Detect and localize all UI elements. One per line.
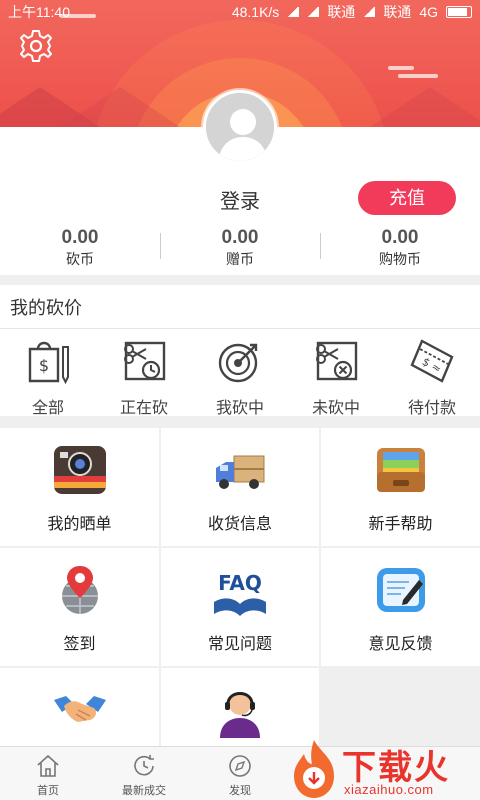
ticket-icon: $ ≈ (410, 339, 454, 383)
bargain-lost[interactable]: 未砍中 (288, 329, 384, 417)
home-icon (37, 754, 59, 777)
coupon-clock-icon (124, 341, 166, 381)
bargain-pending-payment[interactable]: $ ≈ 待付款 (384, 329, 480, 417)
grid-item-label: 常见问题 (207, 636, 272, 653)
watermark-logo: 下载火 xiazaihuo.com (286, 736, 480, 800)
status-bar: 上午11:40 48.1K/s 联通 联通 4G (0, 0, 480, 24)
camera-icon (53, 446, 106, 494)
recharge-button[interactable]: 充值 (358, 181, 456, 215)
coupon-cross-icon (316, 341, 358, 381)
tab-latest-deals[interactable]: 最新成交 (96, 747, 192, 800)
feature-grid: 我的晒单 收货信息 新手帮助 签到 FAQ 常见问题 意见反馈 (0, 428, 480, 746)
delivery-truck-icon (216, 455, 265, 489)
grid-item-faq[interactable]: FAQ 常见问题 (161, 548, 319, 666)
handshake-icon (53, 696, 106, 722)
bargain-won[interactable]: 我砍中 (192, 329, 288, 417)
grid-item-label: 签到 (63, 636, 96, 653)
grid-item-my-shares[interactable]: 我的晒单 (0, 428, 159, 546)
tab-label: 最新成交 (122, 785, 166, 797)
svg-text:FAQ: FAQ (218, 571, 262, 595)
svg-text:$ ≈: $ ≈ (420, 355, 444, 376)
status-network: 4G (419, 4, 438, 20)
grid-item-label: 意见反馈 (368, 636, 433, 653)
grid-item-beginner-help[interactable]: 新手帮助 (321, 428, 480, 546)
stat-label: 赠币 (226, 251, 254, 267)
stat-value: 0.00 (61, 227, 99, 248)
target-icon (218, 343, 258, 383)
cloud-decoration (388, 66, 414, 70)
grid-item-label: 新手帮助 (368, 516, 433, 533)
signal-icon (307, 7, 320, 17)
stat-gouwubi[interactable]: 0.00 购物币 (320, 227, 480, 271)
tab-home[interactable]: 首页 (0, 747, 96, 800)
stat-kanbi[interactable]: 0.00 砍币 (0, 227, 160, 271)
grid-item-customer-service[interactable] (161, 668, 319, 746)
faq-book-icon: FAQ (214, 571, 266, 616)
my-bargain-section: 我的砍价 $ 全部 正在砍 我砍中 未砍中 $ ≈ 待付款 (0, 285, 480, 417)
mountain-decoration (370, 87, 480, 127)
mountain-decoration (60, 87, 180, 127)
grid-item-label: 收货信息 (207, 516, 272, 533)
grid-item-feedback[interactable]: 意见反馈 (321, 548, 480, 666)
bargain-item-label: 待付款 (407, 400, 456, 417)
flame-logo-icon (294, 740, 334, 798)
stat-zengbi[interactable]: 0.00 赠币 (160, 227, 320, 271)
grid-item-check-in[interactable]: 签到 (0, 548, 159, 666)
shopping-bag-icon: $ (28, 341, 69, 385)
stat-label: 砍币 (66, 251, 94, 267)
tab-label: 首页 (37, 785, 59, 797)
wifi-icon (287, 7, 300, 17)
status-carrier2: 联通 (383, 4, 412, 20)
signal-icon (363, 7, 376, 17)
grid-item-partnership[interactable] (0, 668, 159, 746)
status-carrier1: 联通 (327, 4, 356, 20)
status-time: 上午11:40 (8, 4, 70, 20)
bargain-item-label: 我砍中 (215, 400, 264, 417)
bargain-all[interactable]: $ 全部 (0, 329, 96, 417)
bargain-item-label: 未砍中 (311, 400, 360, 417)
cloud-decoration (398, 74, 438, 78)
note-edit-icon (376, 568, 425, 612)
avatar[interactable] (203, 90, 277, 164)
grid-item-delivery-info[interactable]: 收货信息 (161, 428, 319, 546)
status-speed: 48.1K/s (231, 4, 280, 20)
grid-item-label: 我的晒单 (47, 516, 112, 533)
tab-discover[interactable]: 发现 (192, 747, 288, 800)
bargain-item-label: 正在砍 (119, 400, 168, 417)
bargain-in-progress[interactable]: 正在砍 (96, 329, 192, 417)
bargain-item-label: 全部 (31, 400, 64, 417)
watermark-url: xiazaihuo.com (344, 782, 434, 797)
balance-stats: 0.00 砍币 0.00 赠币 0.00 购物币 (0, 227, 480, 271)
customer-service-icon (220, 692, 260, 738)
gear-icon[interactable] (18, 28, 54, 64)
svg-text:$: $ (39, 356, 49, 375)
stat-value: 0.00 (221, 227, 259, 248)
clock-refresh-icon (134, 755, 154, 776)
compass-icon (229, 755, 251, 777)
tab-label: 发现 (229, 785, 251, 797)
location-globe-icon (61, 566, 98, 614)
stat-value: 0.00 (381, 227, 419, 248)
bargain-filter-row: $ 全部 正在砍 我砍中 未砍中 $ ≈ 待付款 (0, 329, 480, 417)
section-title: 我的砍价 (0, 285, 480, 329)
stat-label: 购物币 (379, 251, 421, 267)
battery-icon (446, 6, 472, 18)
folder-icon (376, 448, 425, 492)
